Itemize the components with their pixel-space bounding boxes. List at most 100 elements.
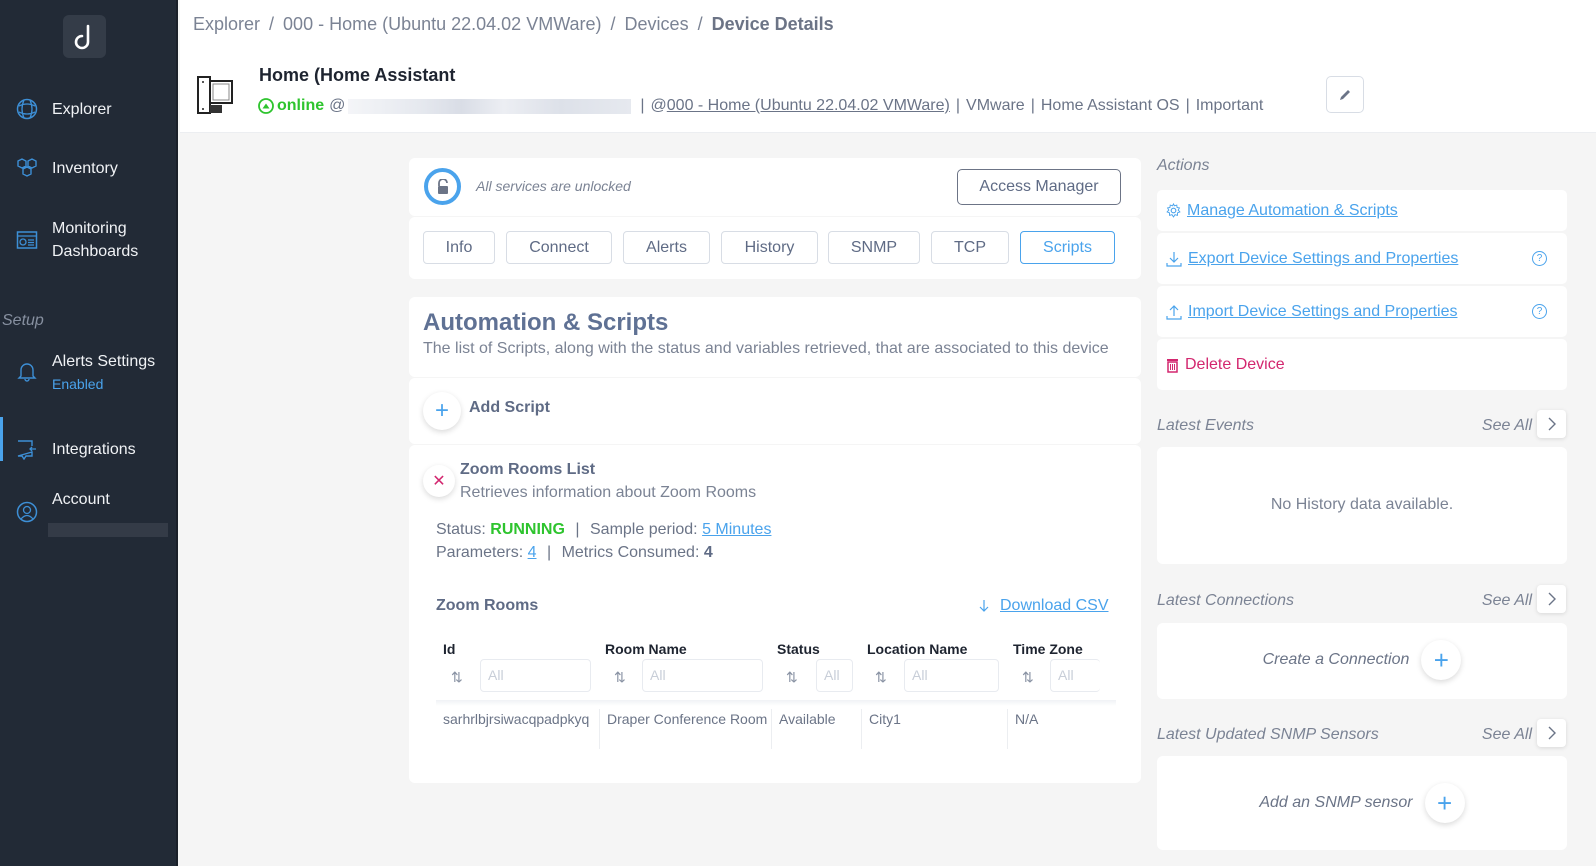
see-all-connections-link[interactable]: See All: [1482, 592, 1532, 610]
page-header: Explorer / 000 - Home (Ubuntu 22.04.02 VMW…: [180, 0, 1596, 133]
cell-id: sarhrlbjrsiwacqpadpkyq: [443, 711, 590, 727]
sort-icon[interactable]: ⇅: [614, 669, 626, 686]
sort-icon[interactable]: ⇅: [1022, 669, 1034, 686]
add-script-label[interactable]: Add Script: [469, 399, 550, 417]
dashboard-icon: [16, 231, 38, 249]
help-icon[interactable]: ?: [1532, 304, 1547, 319]
sidebar-item-label: Explorer: [52, 100, 112, 118]
chevron-right-icon: [1548, 417, 1556, 431]
sidebar-item-inventory[interactable]: Inventory: [0, 156, 178, 180]
access-manager-button[interactable]: Access Manager: [957, 169, 1121, 205]
download-csv-link[interactable]: Download CSV: [978, 597, 1109, 615]
unlock-icon: [424, 168, 461, 205]
sidebar-item-label: Monitoring Dashboards: [52, 220, 139, 260]
breadcrumb-separator: /: [610, 14, 616, 34]
breadcrumb-network[interactable]: 000 - Home (Ubuntu 22.04.02 VMWare): [283, 14, 601, 34]
tab-scripts[interactable]: Scripts: [1020, 231, 1115, 264]
export-settings-action[interactable]: Export Device Settings and Properties ?: [1157, 233, 1567, 284]
section-subtitle: The list of Scripts, along with the stat…: [423, 340, 1109, 357]
edit-device-button[interactable]: [1326, 76, 1364, 113]
see-all-snmp-button[interactable]: [1537, 719, 1566, 747]
filter-status-input[interactable]: All: [816, 659, 853, 692]
parameters-link[interactable]: 4: [528, 544, 537, 561]
actions-label: Actions: [1157, 157, 1210, 174]
see-all-events-button[interactable]: [1537, 410, 1566, 438]
script-card: ✕ Zoom Rooms List Retrieves information …: [409, 445, 1141, 783]
tab-info[interactable]: Info: [423, 231, 495, 264]
breadcrumb-devices[interactable]: Devices: [625, 14, 689, 34]
column-header-time-zone: Time Zone: [1013, 641, 1083, 657]
filter-location-input[interactable]: All: [904, 659, 999, 692]
see-all-connections-button[interactable]: [1537, 585, 1566, 613]
globe-icon: [16, 98, 38, 120]
script-status: RUNNING: [490, 521, 565, 538]
add-script-button[interactable]: +: [423, 392, 461, 430]
sidebar-item-label: Alerts Settings: [52, 353, 156, 370]
automation-header-card: Automation & Scripts The list of Scripts…: [409, 297, 1141, 377]
alerts-enabled-status: Enabled: [52, 376, 104, 392]
device-importance: Important: [1195, 97, 1264, 114]
filter-room-name-input[interactable]: All: [642, 659, 763, 692]
network-link[interactable]: 000 - Home (Ubuntu 22.04.02 VMWare): [667, 97, 950, 115]
filter-id-input[interactable]: All: [480, 659, 591, 692]
sidebar-item-label: Inventory: [52, 159, 118, 177]
services-lock-card: All services are unlocked Access Manager: [409, 158, 1141, 216]
latest-snmp-label: Latest Updated SNMP Sensors: [1157, 726, 1379, 743]
breadcrumb-explorer[interactable]: Explorer: [193, 14, 260, 34]
latest-snmp-card: Add an SNMP sensor +: [1157, 756, 1567, 850]
device-tabs: Info Connect Alerts History SNMP TCP Scr…: [409, 217, 1141, 279]
add-connection-button[interactable]: +: [1421, 640, 1462, 680]
sidebar-item-monitoring-dashboards[interactable]: Monitoring Dashboards: [0, 220, 178, 260]
see-all-events-link[interactable]: See All: [1482, 417, 1532, 435]
column-header-room-name: Room Name: [605, 641, 687, 657]
breadcrumb-separator: /: [269, 14, 275, 34]
breadcrumb: Explorer / 000 - Home (Ubuntu 22.04.02 VMW…: [193, 14, 834, 35]
close-icon: ✕: [432, 473, 446, 490]
tab-tcp[interactable]: TCP: [931, 231, 1009, 264]
script-status-line: Status: RUNNING | Sample period: 5 Minut…: [436, 521, 772, 538]
add-script-card: + Add Script: [409, 378, 1141, 444]
latest-connections-card: Create a Connection +: [1157, 623, 1567, 699]
sidebar-item-explorer[interactable]: Explorer: [0, 97, 178, 121]
chevron-right-icon: [1548, 726, 1556, 740]
sidebar-item-account[interactable]: Account: [0, 491, 178, 523]
table-title: Zoom Rooms: [436, 597, 539, 614]
no-history-text: No History data available.: [1270, 496, 1454, 513]
latest-events-label: Latest Events: [1157, 417, 1254, 434]
device-title: Home (Home Assistant: [259, 65, 456, 85]
latest-connections-label: Latest Connections: [1157, 592, 1294, 609]
manage-automation-action[interactable]: Manage Automation & Scripts: [1157, 190, 1567, 231]
sidebar-item-integrations[interactable]: Integrations: [0, 417, 178, 461]
upload-icon: [1166, 304, 1182, 320]
sort-icon[interactable]: ⇅: [451, 669, 463, 686]
filter-time-zone-input[interactable]: All: [1050, 659, 1100, 692]
tab-connect[interactable]: Connect: [506, 231, 612, 264]
table-divider: [436, 700, 1116, 706]
sort-icon[interactable]: ⇅: [786, 669, 798, 686]
remove-script-button[interactable]: ✕: [423, 465, 455, 497]
add-snmp-sensor-button[interactable]: +: [1424, 783, 1465, 823]
tab-snmp[interactable]: SNMP: [828, 231, 920, 264]
integrations-icon: [17, 440, 36, 460]
tab-history[interactable]: History: [721, 231, 818, 264]
breadcrumb-current: Device Details: [711, 14, 834, 34]
script-name: Zoom Rooms List: [460, 461, 596, 478]
create-connection[interactable]: Create a Connection +: [1157, 640, 1567, 680]
see-all-snmp-link[interactable]: See All: [1482, 726, 1532, 744]
chevron-right-icon: [1548, 592, 1556, 606]
device-vendor: VMware: [966, 97, 1025, 114]
user-icon: [16, 501, 38, 523]
metrics-consumed: 4: [703, 544, 713, 561]
latest-events-card: No History data available.: [1157, 447, 1567, 564]
sort-icon[interactable]: ⇅: [875, 669, 887, 686]
ip-address-redacted: [348, 98, 632, 114]
sidebar-item-alerts-settings[interactable]: Alerts Settings Enabled: [0, 353, 178, 392]
add-snmp-sensor[interactable]: Add an SNMP sensor +: [1157, 783, 1567, 823]
help-icon[interactable]: ?: [1532, 251, 1547, 266]
import-settings-action[interactable]: Import Device Settings and Properties ?: [1157, 286, 1567, 337]
sample-period-link[interactable]: 5 Minutes: [702, 521, 771, 538]
delete-device-action[interactable]: Delete Device: [1157, 339, 1567, 390]
sidebar: Explorer Inventory Monitoring Dashboards…: [0, 0, 178, 866]
app-logo[interactable]: [63, 15, 106, 58]
tab-alerts[interactable]: Alerts: [623, 231, 710, 264]
